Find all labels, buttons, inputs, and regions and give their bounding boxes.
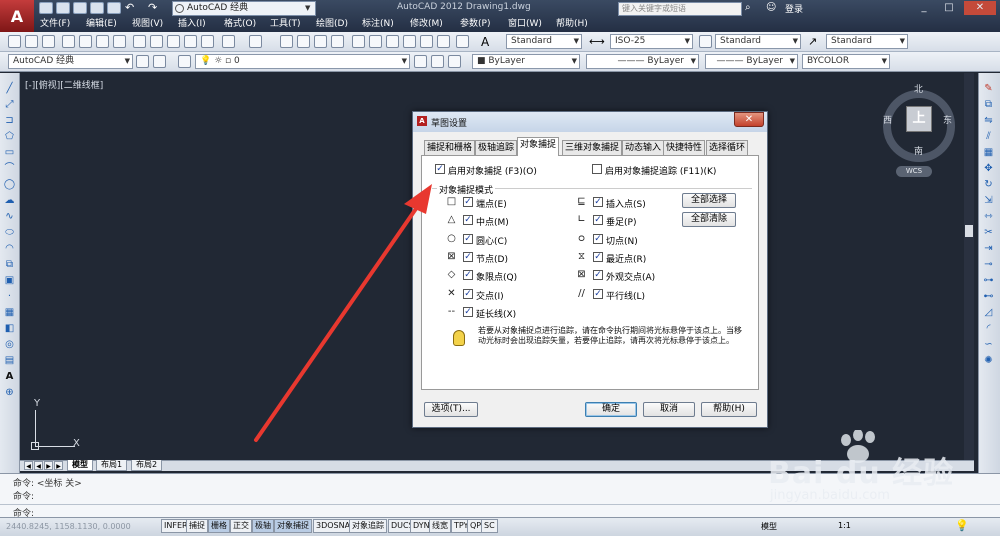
- tab-object-snap[interactable]: 对象捕捉: [517, 137, 560, 156]
- watermark-brand: Bai du 经验: [768, 456, 955, 491]
- watermark-url: jingyan.baidu.com: [770, 488, 890, 503]
